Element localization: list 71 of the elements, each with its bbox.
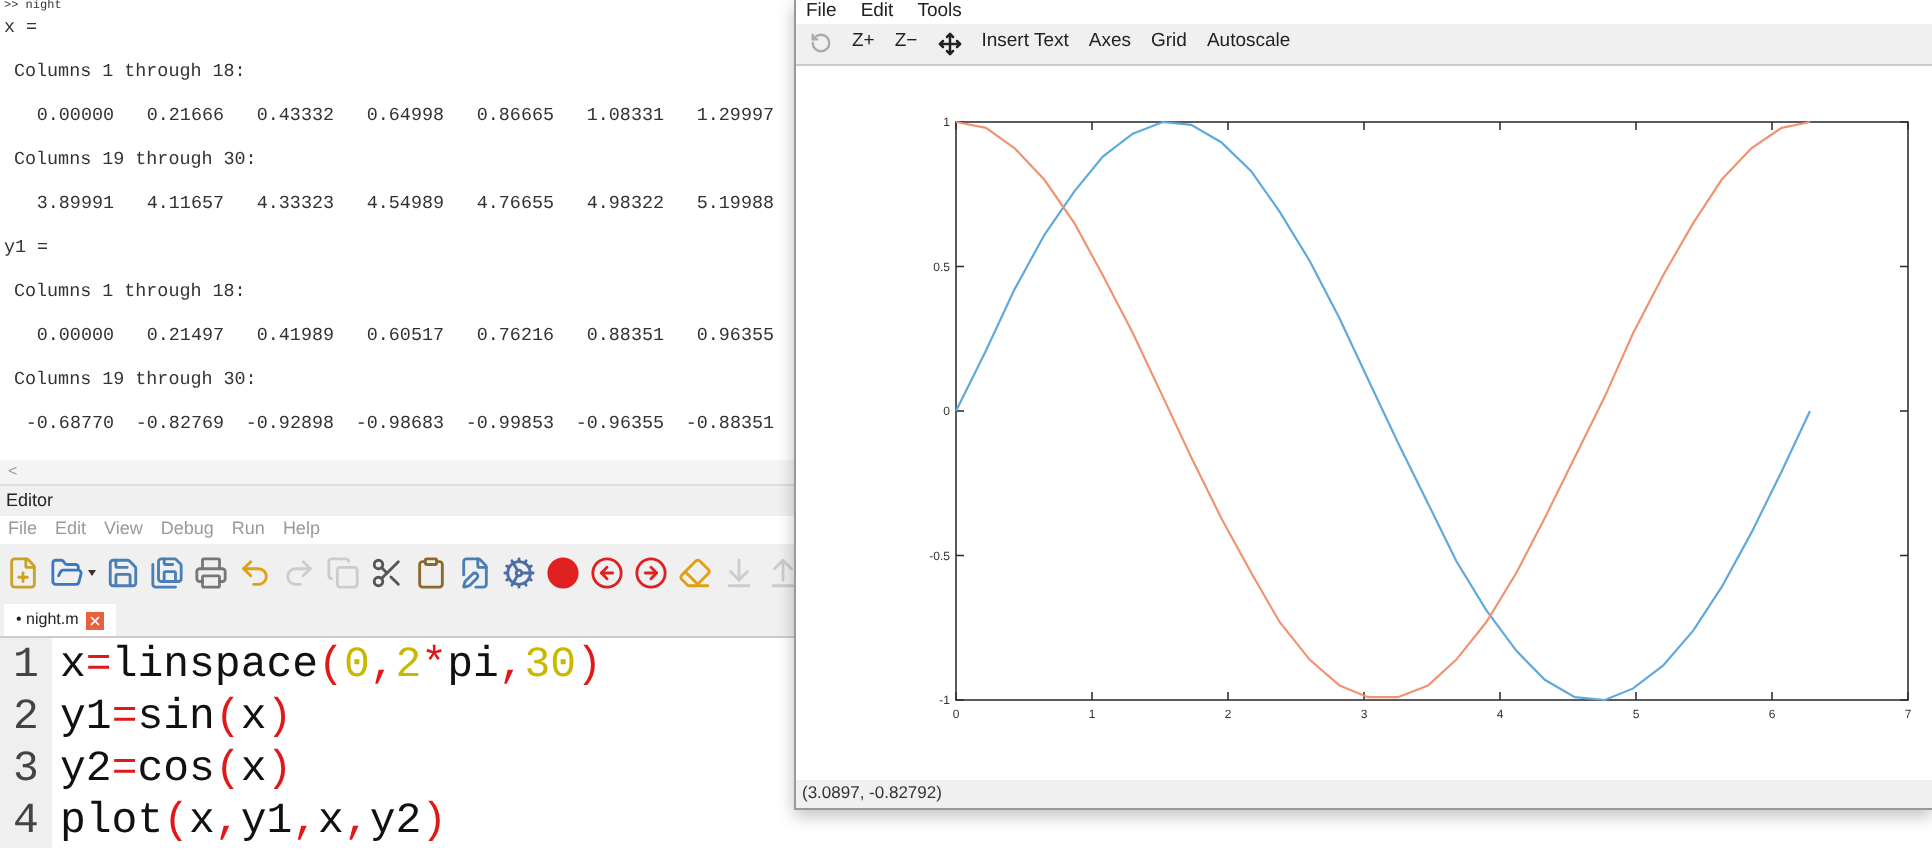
arrow-circle-button[interactable] [634, 555, 668, 589]
value-text: 0.60517 [364, 326, 444, 346]
value-text: 4.98322 [584, 194, 664, 214]
file-pen-button[interactable] [458, 555, 492, 589]
value-text: 0.43332 [254, 106, 334, 126]
value-text: 4.54989 [364, 194, 444, 214]
gear-button[interactable] [502, 555, 536, 589]
value-text: -0.92898 [243, 414, 334, 434]
scissors-button[interactable] [370, 555, 404, 589]
arrow-circle-button[interactable] [590, 555, 624, 589]
tab-label: • night.m [16, 608, 79, 632]
value-text: 0.96355 [694, 326, 774, 346]
value-text: 4.76655 [474, 194, 554, 214]
value-text: 0.00000 [34, 106, 114, 126]
toolbar-button[interactable]: Z+ [844, 28, 883, 58]
columns-heading: Columns 1 through 18: [14, 62, 246, 82]
line-number: 2 [13, 692, 39, 744]
value-text: -0.82769 [133, 414, 224, 434]
variable-name: y1 = [4, 238, 49, 258]
value-text: 1.29997 [694, 106, 774, 126]
undo-button[interactable] [238, 555, 272, 589]
value-text: 0.41989 [254, 326, 334, 346]
variable-name: x = [4, 18, 38, 38]
code-line: plot(x,y1,x,y2) [60, 796, 450, 848]
save-all-button[interactable] [150, 555, 184, 589]
columns-heading: Columns 19 through 30: [14, 150, 257, 170]
columns-heading: Columns 19 through 30: [14, 370, 257, 390]
value-text: 4.11657 [144, 194, 224, 214]
menu-item[interactable]: File [806, 2, 837, 21]
toolbar-button[interactable]: Insert Text [973, 28, 1077, 58]
value-text: 1.08331 [584, 106, 664, 126]
status-text: (3.0897, -0.82792) [802, 780, 942, 807]
code-line: y2=cos(x) [60, 744, 295, 796]
code-line: x=linspace(0,2*pi,30) [60, 640, 602, 692]
caret-icon [88, 569, 96, 575]
clipboard-button[interactable] [414, 555, 448, 589]
folder-button[interactable] [50, 555, 96, 589]
panel-title: Editor [6, 487, 54, 514]
menu-item[interactable]: Tools [917, 2, 962, 21]
value-text: 0.76216 [474, 326, 554, 346]
close-icon[interactable] [86, 611, 105, 629]
value-text: 0.00000 [34, 326, 114, 346]
value-text: 4.33323 [254, 194, 334, 214]
value-text: -0.96355 [573, 414, 664, 434]
toolbar-button[interactable]: Z− [886, 28, 926, 58]
value-text: -0.88351 [683, 414, 774, 434]
file-tab[interactable]: • night.m [4, 604, 117, 636]
value-text: 0.86665 [474, 106, 554, 126]
line-number: 3 [13, 744, 39, 796]
columns-heading: Columns 1 through 18: [14, 282, 246, 302]
toolbar-button[interactable]: Axes [1080, 28, 1139, 58]
line-number: 1 [13, 640, 39, 692]
breakpoint-button[interactable] [546, 555, 580, 589]
value-text: 3.89991 [34, 194, 114, 214]
value-text: -0.98683 [353, 414, 444, 434]
value-text: -0.99853 [463, 414, 554, 434]
toolbar-button[interactable]: Autoscale [1198, 28, 1299, 58]
new-file-button[interactable] [6, 555, 40, 589]
value-text: 0.21666 [144, 106, 224, 126]
value-text: -0.68770 [23, 414, 114, 434]
value-text: 5.19988 [694, 194, 774, 214]
line-number: 4 [13, 796, 39, 848]
save-button[interactable] [106, 555, 140, 589]
eraser-button[interactable] [678, 555, 712, 589]
value-text: 0.88351 [584, 326, 664, 346]
code-line: y1=sin(x) [60, 692, 295, 744]
menu-item[interactable]: Edit [860, 2, 894, 21]
value-text: 0.64998 [364, 106, 444, 126]
value-text: 0.21497 [144, 326, 224, 346]
toolbar-button[interactable]: Grid [1143, 28, 1195, 58]
printer-button[interactable] [194, 555, 228, 589]
